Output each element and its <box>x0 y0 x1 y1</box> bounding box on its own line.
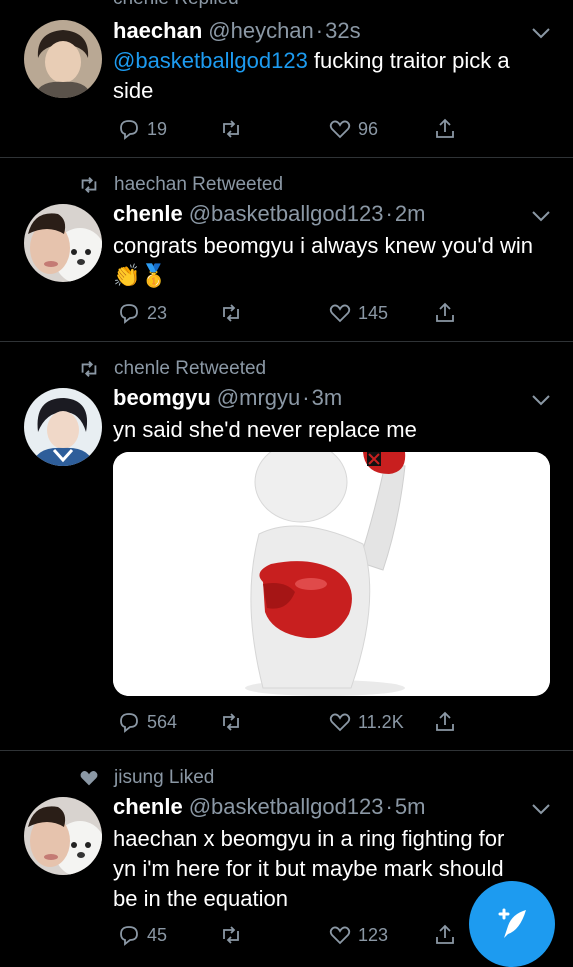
reply-icon <box>120 120 138 140</box>
share-button[interactable] <box>433 301 457 325</box>
reply-icon <box>120 926 138 946</box>
retweet-button[interactable] <box>219 710 243 734</box>
retweet-context-label[interactable]: haechan Retweeted <box>114 174 283 196</box>
reply-count: 23 <box>147 302 168 323</box>
like-button[interactable]: 11.2K <box>328 710 404 734</box>
reply-button[interactable]: 564 <box>117 710 177 734</box>
share-icon <box>436 118 454 138</box>
retweet-icon <box>81 361 97 377</box>
like-count: 11.2K <box>358 711 404 732</box>
tweet-time: 2m <box>394 201 426 226</box>
reply-button[interactable]: 19 <box>117 117 167 141</box>
tweet-1[interactable]: chenle Replied haechan@heychan·32s @bask… <box>0 0 573 158</box>
reply-count: 564 <box>147 711 178 732</box>
like-button[interactable]: 123 <box>328 923 388 947</box>
like-context-label[interactable]: jisung Liked <box>114 767 214 789</box>
share-icon <box>436 711 454 731</box>
separator-dot: · <box>302 385 310 410</box>
tweet-author-handle[interactable]: @mrgyu <box>217 385 300 410</box>
retweet-icon <box>81 177 97 193</box>
chevron-down-icon[interactable] <box>531 394 551 406</box>
retweet-context: haechan Retweeted <box>78 174 283 196</box>
heart-icon <box>329 926 351 945</box>
share-button[interactable] <box>433 117 457 141</box>
tweet-3[interactable]: chenle Retweeted beomgyu @mrgyu·3m yn sai… <box>0 342 573 751</box>
like-button[interactable]: 145 <box>328 301 388 325</box>
reply-icon <box>120 304 138 324</box>
heart-icon <box>329 713 351 732</box>
tweet-author-name[interactable]: beomgyu <box>113 385 211 410</box>
tweet-text: haechan x beomgyu in a ring fighting for… <box>113 826 505 911</box>
like-count: 96 <box>358 118 379 139</box>
share-icon <box>436 924 454 944</box>
tweet-time: 32s <box>325 18 361 43</box>
reply-button[interactable]: 45 <box>117 923 167 947</box>
avatar-beomgyu[interactable] <box>24 388 102 466</box>
retweet-icon <box>223 304 239 322</box>
like-button[interactable]: 96 <box>328 117 378 141</box>
retweet-context: chenle Retweeted <box>78 358 266 380</box>
like-count: 123 <box>358 924 389 945</box>
separator-dot: · <box>315 18 324 43</box>
chevron-down-icon[interactable] <box>531 27 551 39</box>
retweet-context-label[interactable]: chenle Retweeted <box>114 358 266 380</box>
separator-dot: · <box>385 794 393 819</box>
reply-count: 45 <box>147 924 168 945</box>
chevron-down-icon[interactable] <box>531 210 551 222</box>
retweet-icon <box>223 926 239 944</box>
retweet-button[interactable] <box>219 301 243 325</box>
tweet-author-name[interactable]: chenle <box>113 201 183 226</box>
tweet-time: 5m <box>394 794 426 819</box>
tweet-text: yn said she'd never replace me <box>113 417 417 442</box>
separator-dot: · <box>385 201 393 226</box>
tweet-image[interactable] <box>113 452 550 696</box>
avatar-haechan[interactable] <box>24 20 102 98</box>
tweet-author-handle[interactable]: @basketballgod123 <box>189 201 384 226</box>
heart-icon <box>80 771 98 786</box>
heart-icon <box>329 120 351 139</box>
like-context: jisung Liked <box>78 767 214 789</box>
mention-link[interactable]: @basketballgod123 <box>113 48 308 73</box>
compose-tweet-icon <box>498 908 526 938</box>
reply-count: 19 <box>147 118 168 139</box>
retweet-button[interactable] <box>219 923 243 947</box>
share-button[interactable] <box>433 710 457 734</box>
like-count: 145 <box>358 302 389 323</box>
retweet-icon <box>223 120 239 138</box>
share-icon <box>436 302 454 322</box>
reply-icon <box>120 713 138 733</box>
tweet-time: 3m <box>311 385 343 410</box>
avatar-chenle[interactable] <box>24 204 102 282</box>
tweet-2[interactable]: haechan Retweeted chenle @basketballgod12… <box>0 158 573 342</box>
chevron-down-icon[interactable] <box>531 803 551 815</box>
tweet-text: @basketballgod123 fucking traitor pick a… <box>113 46 549 106</box>
reply-context: chenle Replied <box>113 0 239 10</box>
compose-tweet-button[interactable] <box>469 881 555 967</box>
tweet-author-handle[interactable]: @heychan <box>208 18 314 43</box>
tweet-author-handle[interactable]: @basketballgod123 <box>189 794 384 819</box>
avatar-chenle[interactable] <box>24 797 102 875</box>
retweet-button[interactable] <box>219 117 243 141</box>
tweet-author-name[interactable]: haechan <box>113 18 202 43</box>
reply-button[interactable]: 23 <box>117 301 167 325</box>
heart-icon <box>329 304 351 323</box>
retweet-icon <box>223 713 239 731</box>
share-button[interactable] <box>433 923 457 947</box>
tweet-author-name[interactable]: chenle <box>113 794 183 819</box>
tweet-text: congrats beomgyu i always knew you'd win… <box>113 233 533 288</box>
